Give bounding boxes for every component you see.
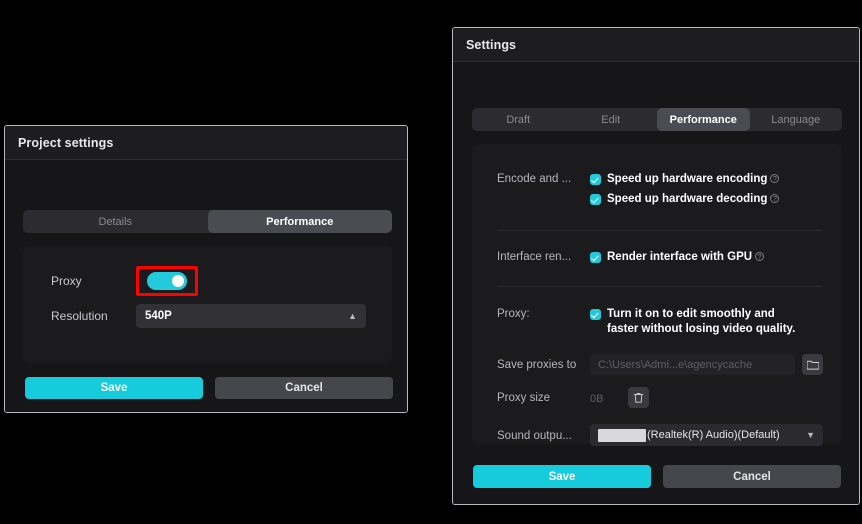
trash-icon[interactable] bbox=[628, 387, 649, 408]
checkbox-label-gpu: Render interface with GPU? bbox=[607, 250, 765, 265]
checkbox-label-decoding: Speed up hardware decoding? bbox=[607, 192, 780, 207]
tab-details[interactable]: Details bbox=[23, 210, 208, 233]
project-settings-footer: Save Cancel bbox=[25, 377, 393, 399]
proxy-toggle-wrap bbox=[136, 266, 198, 296]
save-button[interactable]: Save bbox=[25, 377, 203, 399]
encode-label: Encode and ... bbox=[497, 173, 572, 185]
proxy-row: Proxy: Turn it on to edit smoothly and f… bbox=[497, 307, 823, 342]
decoding-text: Speed up hardware decoding bbox=[607, 193, 768, 205]
checkbox-hardware-decoding[interactable] bbox=[590, 194, 601, 205]
resolution-selected-value: 540P bbox=[145, 310, 172, 322]
resolution-select[interactable]: 540P ▲ bbox=[136, 304, 366, 328]
sound-output-value: (Realtek(R) Audio)(Default) bbox=[647, 429, 780, 441]
resolution-row: Resolution 540P ▲ bbox=[51, 304, 381, 328]
encoding-text: Speed up hardware encoding bbox=[607, 173, 768, 185]
proxy-text-line2: faster without losing video quality. bbox=[607, 323, 796, 335]
sound-output-select[interactable]: (Realtek(R) Audio)(Default) ▼ bbox=[590, 424, 823, 446]
info-icon-gpu[interactable]: ? bbox=[755, 252, 765, 261]
checkbox-row-decoding: Speed up hardware decoding? bbox=[590, 192, 823, 207]
divider-2 bbox=[497, 286, 822, 287]
proxy-text-line1: Turn it on to edit smoothly and bbox=[607, 308, 775, 320]
info-icon-decoding[interactable]: ? bbox=[770, 194, 780, 203]
proxy-size-label: Proxy size bbox=[497, 392, 551, 404]
tab-performance[interactable]: Performance bbox=[207, 210, 392, 233]
checkbox-label-proxy: Turn it on to edit smoothly and faster w… bbox=[607, 307, 795, 337]
save-proxies-path-input[interactable]: C:\Users\Admi...e\agencycache bbox=[590, 354, 795, 375]
sound-output-row: Sound outpu... (Realtek(R) Audio)(Defaul… bbox=[497, 424, 823, 446]
info-icon-encoding[interactable]: ? bbox=[770, 174, 780, 183]
interface-render-row: Interface ren... Render interface with G… bbox=[497, 250, 823, 270]
redacted-device-name bbox=[598, 428, 646, 442]
tab-performance[interactable]: Performance bbox=[657, 108, 750, 131]
chevron-up-icon: ▲ bbox=[348, 310, 357, 321]
settings-title: Settings bbox=[466, 37, 517, 52]
checkbox-hardware-encoding[interactable] bbox=[590, 174, 601, 185]
resolution-label: Resolution bbox=[51, 309, 108, 323]
project-settings-dialog: Project settings Details Performance Pro… bbox=[4, 125, 408, 413]
tab-draft[interactable]: Draft bbox=[472, 108, 565, 131]
proxy-toggle[interactable] bbox=[147, 272, 187, 290]
proxy-size-value: 0B bbox=[590, 393, 604, 405]
settings-tabbar: Draft Edit Performance Language bbox=[472, 108, 842, 131]
project-settings-panel: Proxy Resolution 540P ▲ bbox=[23, 246, 392, 363]
project-settings-body: Details Performance Proxy Resolution 540… bbox=[5, 160, 407, 412]
proxy-label: Proxy: bbox=[497, 308, 530, 320]
toggle-knob bbox=[172, 275, 184, 287]
tab-edit[interactable]: Edit bbox=[565, 108, 658, 131]
settings-panel: Encode and ... Speed up hardware encodin… bbox=[472, 144, 842, 446]
checkbox-row-gpu: Render interface with GPU? bbox=[590, 250, 823, 265]
encode-row: Encode and ... Speed up hardware encodin… bbox=[497, 172, 823, 212]
interface-render-options: Render interface with GPU? bbox=[590, 250, 823, 270]
checkbox-label-encoding: Speed up hardware encoding? bbox=[607, 172, 780, 187]
proxy-label: Proxy bbox=[51, 274, 82, 288]
gpu-text: Render interface with GPU bbox=[607, 251, 753, 263]
encode-options: Speed up hardware encoding? Speed up har… bbox=[590, 172, 823, 212]
project-settings-titlebar: Project settings bbox=[5, 126, 407, 160]
settings-footer: Save Cancel bbox=[473, 465, 841, 488]
save-proxies-label: Save proxies to bbox=[497, 359, 577, 371]
folder-icon[interactable] bbox=[802, 354, 823, 375]
save-button[interactable]: Save bbox=[473, 465, 651, 488]
proxy-size-row: Proxy size 0B bbox=[497, 387, 823, 408]
checkbox-render-gpu[interactable] bbox=[590, 252, 601, 263]
cancel-button[interactable]: Cancel bbox=[215, 377, 393, 399]
checkbox-row-proxy: Turn it on to edit smoothly and faster w… bbox=[590, 307, 823, 337]
cancel-button[interactable]: Cancel bbox=[663, 465, 841, 488]
divider-1 bbox=[497, 230, 822, 231]
checkbox-row-encoding: Speed up hardware encoding? bbox=[590, 172, 823, 187]
interface-render-label: Interface ren... bbox=[497, 251, 572, 263]
proxy-options: Turn it on to edit smoothly and faster w… bbox=[590, 307, 823, 342]
chevron-down-icon: ▼ bbox=[806, 429, 815, 440]
tab-language[interactable]: Language bbox=[750, 108, 843, 131]
checkbox-proxy[interactable] bbox=[590, 309, 601, 320]
sound-output-label: Sound outpu... bbox=[497, 429, 572, 442]
project-settings-tabbar: Details Performance bbox=[23, 210, 392, 233]
proxy-row: Proxy bbox=[51, 266, 381, 296]
settings-titlebar: Settings bbox=[453, 28, 859, 62]
settings-dialog: Settings Draft Edit Performance Language… bbox=[452, 27, 860, 505]
settings-body: Draft Edit Performance Language Encode a… bbox=[453, 62, 859, 504]
project-settings-title: Project settings bbox=[18, 135, 114, 150]
save-proxies-row: Save proxies to C:\Users\Admi...e\agency… bbox=[497, 354, 823, 375]
